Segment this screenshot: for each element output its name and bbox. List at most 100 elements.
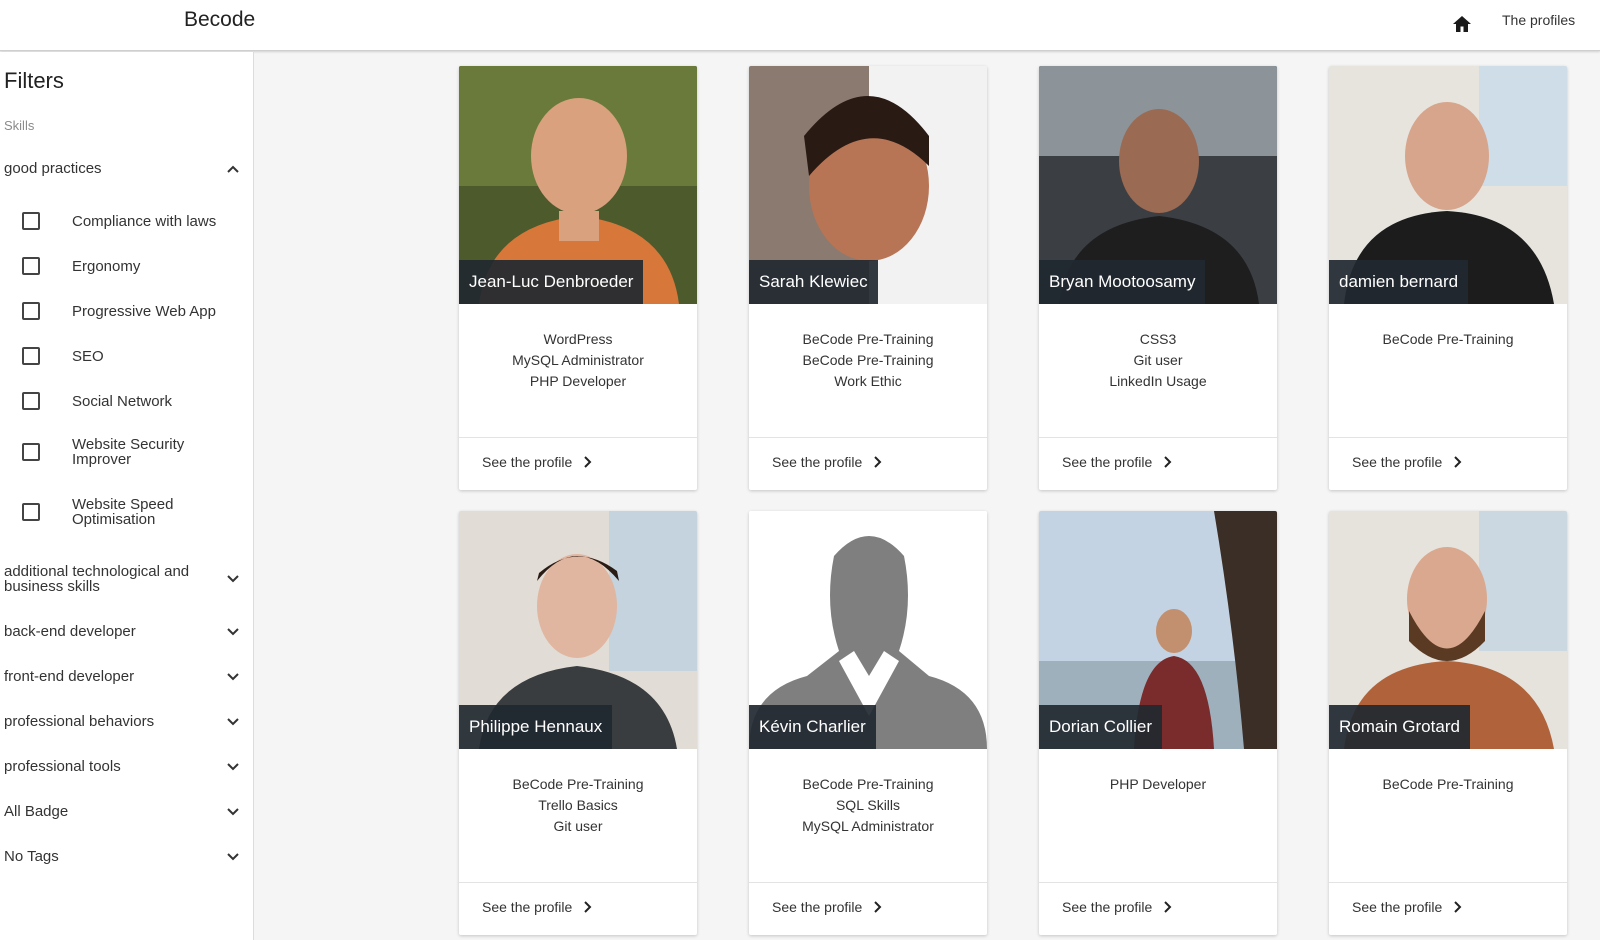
chevron-right-icon [874,901,882,913]
checkbox[interactable] [22,347,40,365]
checkbox[interactable] [22,443,40,461]
filter-group-additional-skills[interactable]: additional technological and business sk… [4,564,240,594]
chevron-right-icon [584,456,592,468]
filters-sidebar: Filters Skills good practices Compliance… [0,52,254,940]
filter-group-professional-behaviors[interactable]: professional behaviors [4,714,240,729]
skill-item: MySQL Administrator [802,818,934,834]
filters-title: Filters [4,68,64,93]
top-app-bar: Becode The profiles [0,0,1600,51]
profile-name: Sarah Klewiec [749,260,878,304]
chevron-down-icon [226,760,240,774]
filter-group-all-badge[interactable]: All Badge [4,804,240,819]
chevron-up-icon [226,162,240,176]
checkbox[interactable] [22,212,40,230]
skill-item: Git user [1133,352,1183,368]
profile-skills: WordPress MySQL Administrator PHP Develo… [459,329,697,392]
chevron-right-icon [1454,456,1462,468]
filter-option-label: Ergonomy [72,257,141,275]
see-profile-button[interactable]: See the profile [1352,899,1462,915]
filter-group-front-end[interactable]: front-end developer [4,669,240,684]
profile-card: Dorian Collier PHP Developer See the pro… [1039,511,1277,935]
see-profile-button[interactable]: See the profile [482,454,592,470]
see-profile-button[interactable]: See the profile [772,454,882,470]
skill-item: SQL Skills [835,797,901,813]
chevron-down-icon [226,715,240,729]
checkbox[interactable] [22,503,40,521]
skill-item: BeCode Pre-Training [802,776,934,792]
filter-group-label: good practices [4,160,102,177]
see-profile-button[interactable]: See the profile [482,899,592,915]
chevron-down-icon [226,572,240,586]
see-profile-button[interactable]: See the profile [1062,899,1172,915]
profile-name: Romain Grotard [1329,705,1470,749]
card-actions: See the profile [459,437,697,490]
filter-option-pwa[interactable]: Progressive Web App [22,302,232,320]
skill-item: CSS3 [1139,331,1177,347]
skill-item: LinkedIn Usage [1109,373,1207,389]
filter-option-seo[interactable]: SEO [22,347,232,365]
checkbox[interactable] [22,392,40,410]
brand-title[interactable]: Becode [184,8,255,32]
checkbox[interactable] [22,302,40,320]
card-actions: See the profile [1039,437,1277,490]
skill-item: MySQL Administrator [512,352,644,368]
skill-item: BeCode Pre-Training [1382,776,1514,792]
skill-item: BeCode Pre-Training [512,776,644,792]
profile-card: Kévin Charlier BeCode Pre-Training SQL S… [749,511,987,935]
filter-group-label: back-end developer [4,623,136,640]
skills-section-label: Skills [4,118,35,133]
see-profile-label: See the profile [772,899,863,915]
skill-item: Git user [553,818,603,834]
filter-option-label: Social Network [72,392,173,410]
profile-card: damien bernard BeCode Pre-Training See t… [1329,66,1567,490]
skill-item: Trello Basics [538,797,618,813]
filter-group-label: additional technological and business sk… [4,563,190,595]
see-profile-button[interactable]: See the profile [772,899,882,915]
profile-name: Philippe Hennaux [459,705,613,749]
card-actions: See the profile [749,437,987,490]
skill-item: PHP Developer [529,373,627,389]
filter-group-professional-tools[interactable]: professional tools [4,759,240,774]
filter-group-no-tags[interactable]: No Tags [4,849,240,864]
profile-name: Kévin Charlier [749,705,876,749]
home-icon[interactable] [1448,10,1476,38]
see-profile-label: See the profile [482,454,573,470]
profile-name: Dorian Collier [1039,705,1162,749]
filter-group-back-end[interactable]: back-end developer [4,624,240,639]
card-actions: See the profile [1039,882,1277,935]
chevron-right-icon [1164,456,1172,468]
chevron-down-icon [226,850,240,864]
profile-name: Bryan Mootoosamy [1039,260,1206,304]
filter-group-good-practices[interactable]: good practices [4,161,240,176]
filter-group-label: No Tags [4,848,59,865]
filter-option-compliance[interactable]: Compliance with laws [22,212,232,230]
filter-group-label: professional tools [4,758,121,775]
filter-option-website-speed[interactable]: Website Speed Optimisation [22,497,232,527]
card-actions: See the profile [1329,437,1567,490]
see-profile-button[interactable]: See the profile [1352,454,1462,470]
see-profile-button[interactable]: See the profile [1062,454,1172,470]
chevron-down-icon [226,625,240,639]
profile-skills: PHP Developer [1039,774,1277,795]
see-profile-label: See the profile [772,454,863,470]
filter-option-website-security[interactable]: Website Security Improver [22,437,232,467]
skill-item: BeCode Pre-Training [802,352,934,368]
profile-skills: BeCode Pre-Training [1329,774,1567,795]
see-profile-label: See the profile [1352,899,1443,915]
profile-name: Jean-Luc Denbroeder [459,260,644,304]
skill-item: Work Ethic [834,373,902,389]
skill-item: PHP Developer [1109,776,1207,792]
chevron-down-icon [226,670,240,684]
chevron-down-icon [226,805,240,819]
nav-the-profiles[interactable]: The profiles [1502,12,1575,28]
filter-option-label: Website Security Improver [72,436,185,468]
profile-card: Philippe Hennaux BeCode Pre-Training Tre… [459,511,697,935]
filter-group-label: front-end developer [4,668,135,685]
card-actions: See the profile [749,882,987,935]
checkbox[interactable] [22,257,40,275]
skill-item: BeCode Pre-Training [802,331,934,347]
profile-skills: BeCode Pre-Training [1329,329,1567,350]
filter-option-ergonomy[interactable]: Ergonomy [22,257,232,275]
profile-card: Romain Grotard BeCode Pre-Training See t… [1329,511,1567,935]
filter-option-social-network[interactable]: Social Network [22,392,232,410]
